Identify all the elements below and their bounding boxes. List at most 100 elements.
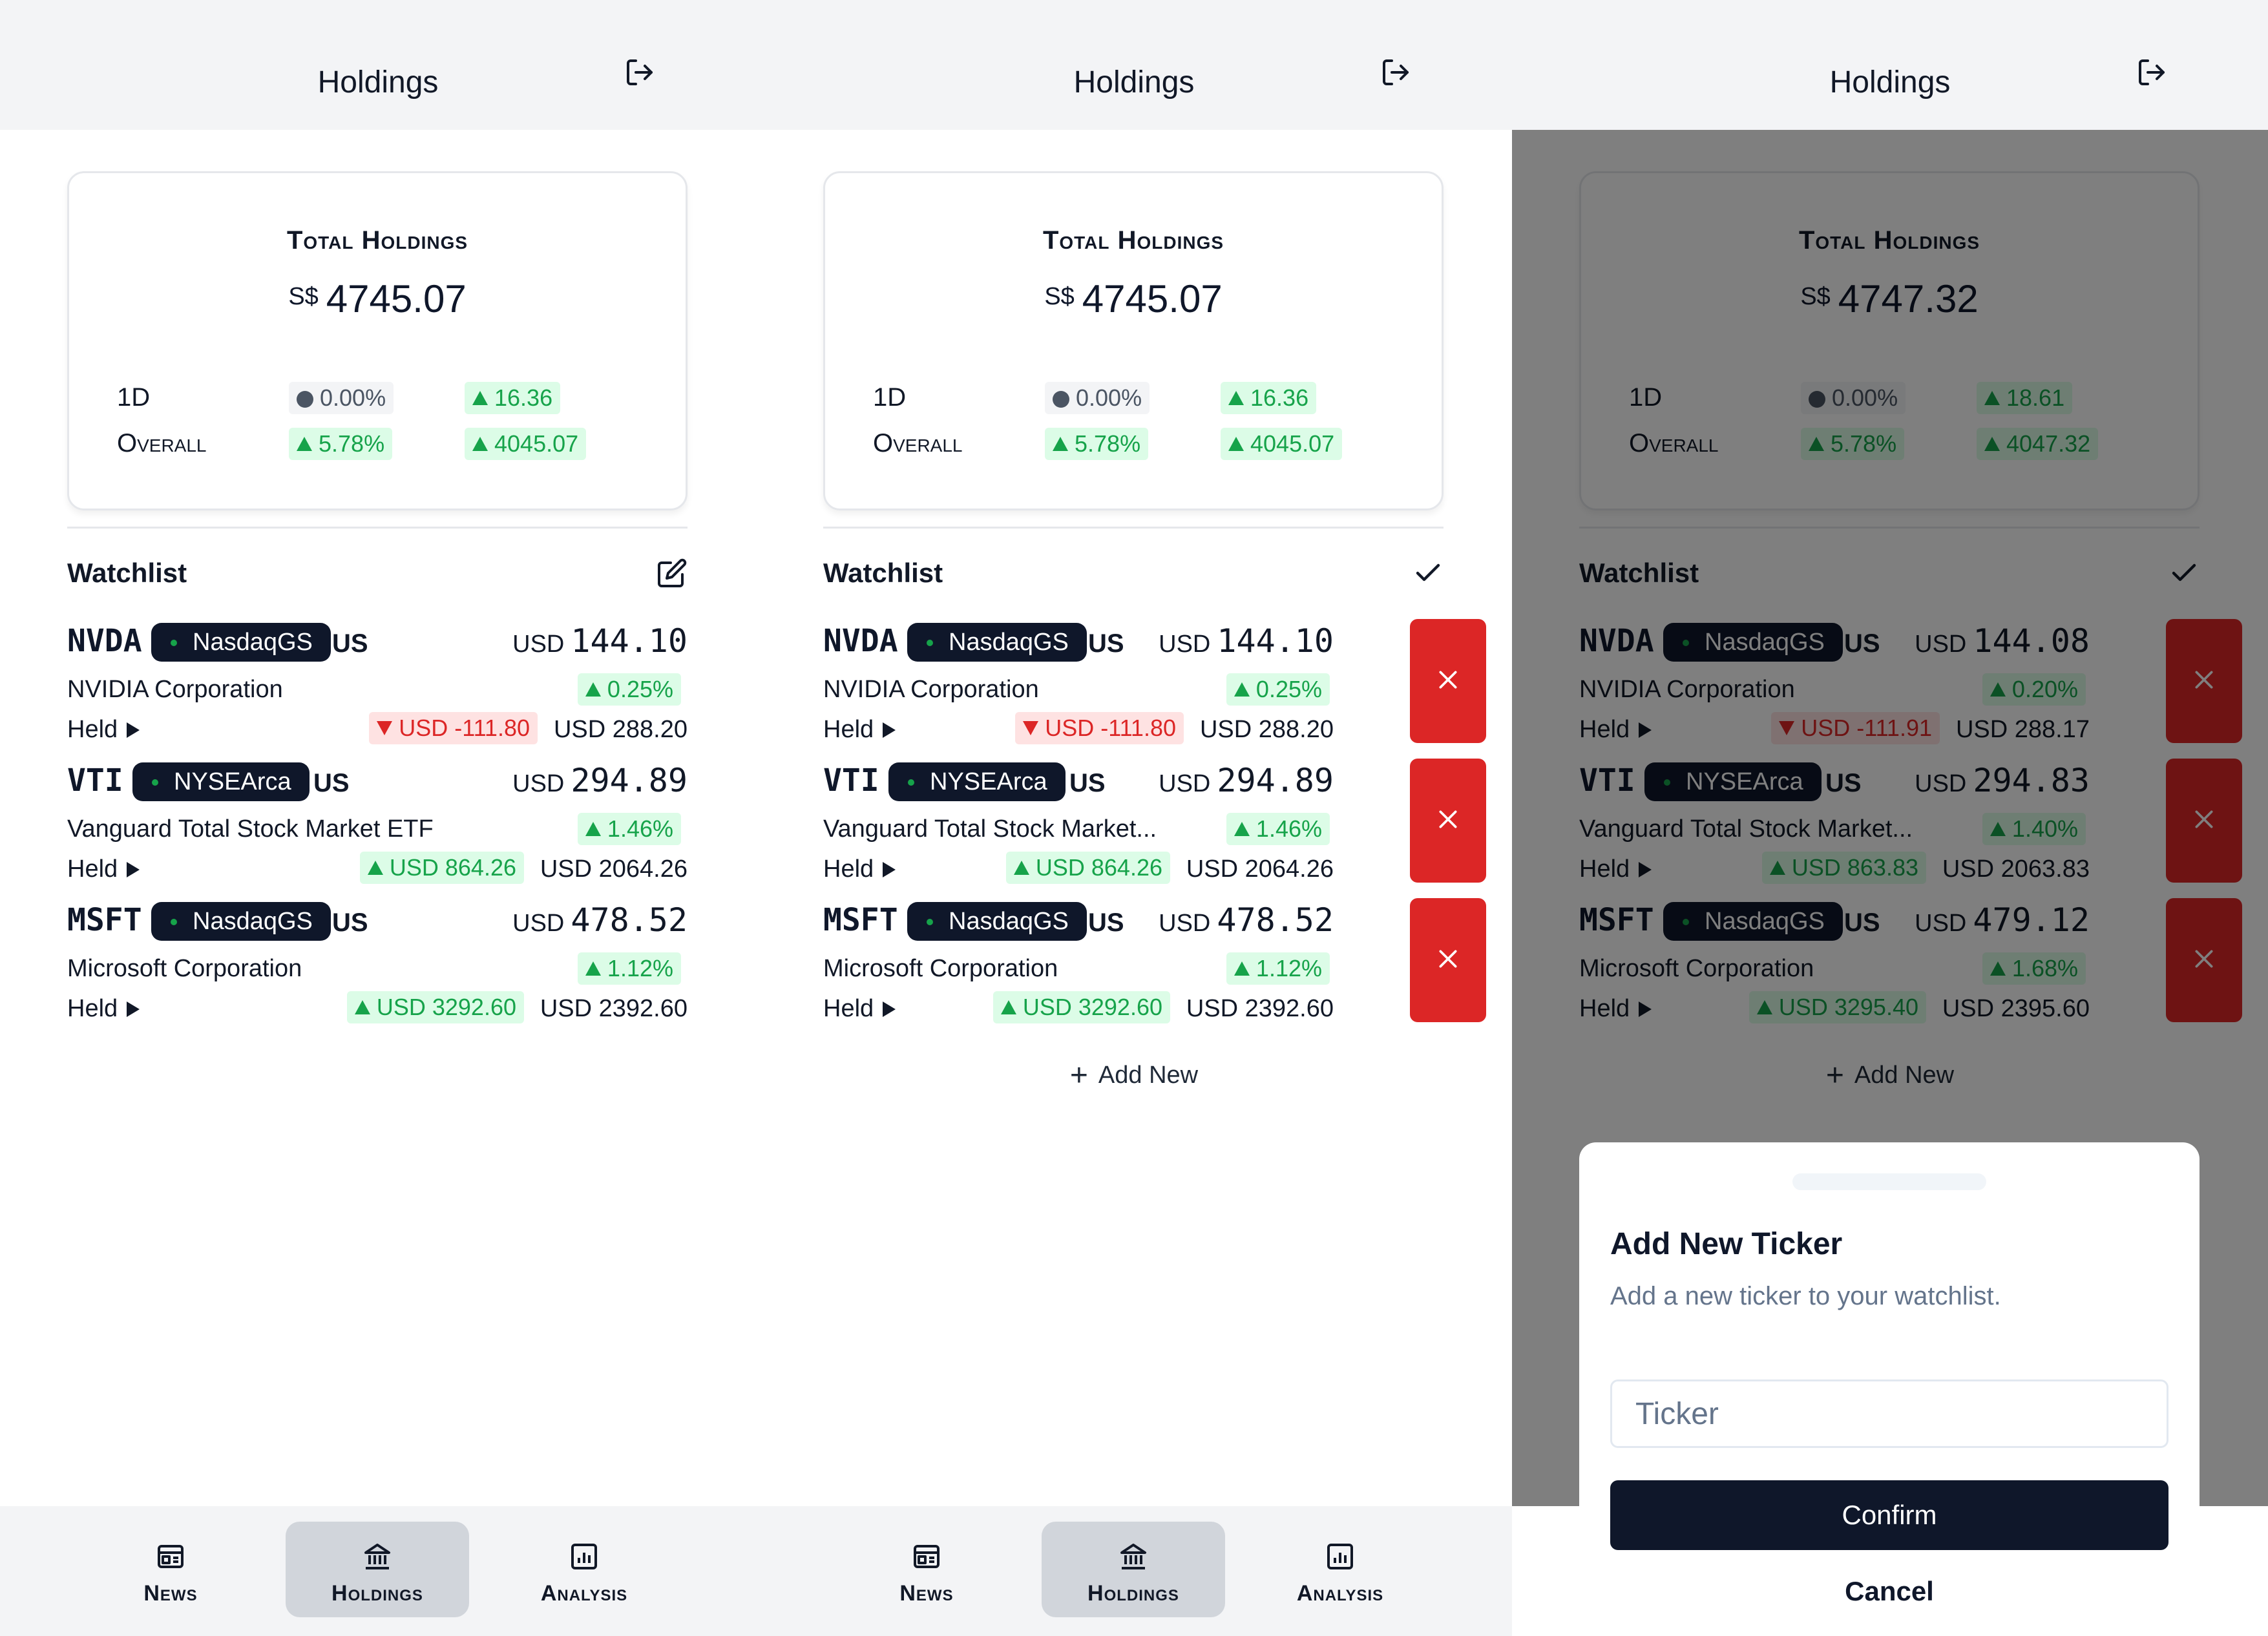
country-code: US <box>1088 908 1124 937</box>
edit-icon[interactable] <box>656 558 688 589</box>
top-bar: Holdings <box>756 0 1512 130</box>
dialog-description: Add a new ticker to your watchlist. <box>1610 1282 2001 1310</box>
nav-tab-analysis[interactable]: Analysis <box>1248 1522 1432 1617</box>
profit-loss-chip: USD 3292.60 <box>346 991 524 1023</box>
screen-edit: Holdings Total Holdings S$ 4745.07 1D 0.00% 16… <box>756 0 1512 1636</box>
watchlist-item[interactable]: VTI NYSEArca US USD 294.89 Vanguard Total Sto… <box>823 762 1460 898</box>
performance-abs-value: 16.36 <box>494 384 553 411</box>
up-triangle-icon <box>1013 861 1029 875</box>
ticker-input[interactable] <box>1610 1379 2168 1448</box>
company-name: NVIDIA Corporation <box>67 676 283 703</box>
watchlist-item[interactable]: MSFT NasdaqGS US USD 478.52 Microsoft Corpora… <box>823 902 1460 1038</box>
performance-label: 1D <box>873 383 907 412</box>
delete-button[interactable] <box>1410 759 1486 883</box>
up-triangle-icon <box>297 437 312 451</box>
app-comparison: Holdings Total Holdings S$ 4745.07 1D 0.00% 16… <box>0 0 2268 1636</box>
ticker-price: USD 478.52 <box>512 902 688 947</box>
nav-label: News <box>899 1581 954 1606</box>
held-label: Held <box>67 995 118 1022</box>
profit-loss-value: USD 3292.60 <box>376 994 516 1020</box>
nav-tab-news[interactable]: News <box>835 1522 1018 1617</box>
delete-button[interactable] <box>1410 898 1486 1022</box>
up-triangle-icon <box>1234 822 1250 836</box>
profit-loss-value: USD -111.80 <box>399 715 530 741</box>
neutral-dot-icon <box>1053 391 1069 408</box>
up-triangle-icon <box>354 1000 370 1014</box>
nav-tab-holdings[interactable]: Holdings <box>1042 1522 1225 1617</box>
nav-tab-analysis[interactable]: Analysis <box>492 1522 676 1617</box>
performance-label: 1D <box>117 383 151 412</box>
up-triangle-icon <box>472 391 488 405</box>
watchlist-item[interactable]: NVDA NasdaqGS US USD 144.10 NVIDIA Corporatio… <box>823 623 1460 759</box>
daily-change-chip: 0.25% <box>577 673 681 706</box>
company-name: Microsoft Corporation <box>823 955 1058 982</box>
held-toggle[interactable]: Held <box>823 855 896 883</box>
ticker-symbol: MSFT <box>823 902 898 938</box>
logout-icon[interactable] <box>1380 57 1411 88</box>
price-currency: USD <box>512 910 565 937</box>
performance-pct-chip: 0.00% <box>289 382 394 414</box>
confirm-button[interactable]: Confirm <box>1610 1480 2168 1550</box>
market-value: USD 288.20 <box>553 716 688 743</box>
exchange-badge: NasdaqGS <box>151 623 331 662</box>
watchlist-item[interactable]: NVDA NasdaqGS US USD 144.10 NVIDIA Corporatio… <box>67 623 688 759</box>
held-label: Held <box>823 995 874 1022</box>
market-open-dot-icon <box>927 640 933 646</box>
logout-icon[interactable] <box>624 57 655 88</box>
ticker-symbol: NVDA <box>67 623 142 659</box>
exchange-name: NasdaqGS <box>949 629 1069 656</box>
exchange-name: NYSEArca <box>930 768 1047 795</box>
performance-pct-chip: 5.78% <box>1045 428 1149 460</box>
sheet-drag-handle[interactable] <box>1792 1173 1986 1190</box>
exchange-name: NasdaqGS <box>193 629 313 656</box>
market-open-dot-icon <box>171 640 177 646</box>
watchlist-item[interactable]: MSFT NasdaqGS US USD 478.52 Microsoft Corpora… <box>67 902 688 1038</box>
performance-abs-chip: 4045.07 <box>465 428 587 460</box>
held-toggle[interactable]: Held <box>823 716 896 744</box>
up-triangle-icon <box>585 961 601 976</box>
watchlist-item[interactable]: VTI NYSEArca US USD 294.89 Vanguard Total Sto… <box>67 762 688 898</box>
held-toggle[interactable]: Held <box>823 995 896 1023</box>
down-triangle-icon <box>1023 721 1039 735</box>
held-label: Held <box>67 855 118 883</box>
bottom-nav: News Holdings Analysis <box>0 1506 756 1636</box>
performance-abs-value: 16.36 <box>1250 384 1309 411</box>
profit-loss-chip: USD -111.80 <box>369 712 538 744</box>
card-title: Total Holdings <box>286 226 468 255</box>
company-name: NVIDIA Corporation <box>823 676 1039 703</box>
exchange-badge: NasdaqGS <box>907 902 1087 941</box>
market-value: USD 2392.60 <box>540 995 688 1022</box>
watchlist-title: Watchlist <box>67 558 187 588</box>
market-value: USD 288.20 <box>1199 716 1334 743</box>
logout-icon[interactable] <box>2136 57 2167 88</box>
nav-label: Analysis <box>540 1581 628 1606</box>
cancel-button[interactable]: Cancel <box>1610 1562 2168 1620</box>
up-triangle-icon <box>1228 391 1244 405</box>
performance-pct-value: 5.78% <box>1075 430 1141 457</box>
daily-change-chip: 1.46% <box>1226 813 1330 845</box>
total-amount: 4745.07 <box>326 277 467 320</box>
delete-button[interactable] <box>1410 619 1486 743</box>
performance-abs-value: 4045.07 <box>1250 430 1335 457</box>
held-toggle[interactable]: Held <box>67 855 140 883</box>
exchange-badge: NYSEArca <box>132 762 310 801</box>
company-name: Vanguard Total Stock Market ETF <box>67 815 434 843</box>
held-toggle[interactable]: Held <box>67 995 140 1023</box>
profit-loss-value: USD 3292.60 <box>1022 994 1162 1020</box>
top-bar: Holdings <box>1512 0 2268 130</box>
nav-tab-news[interactable]: News <box>79 1522 262 1617</box>
market-value: USD 2064.26 <box>540 855 688 883</box>
ticker-symbol: NVDA <box>823 623 898 659</box>
ticker-price: USD 144.10 <box>1159 623 1334 667</box>
total-amount: 4745.07 <box>1082 277 1223 320</box>
price-value: 478.52 <box>571 901 688 939</box>
check-icon[interactable] <box>1412 558 1444 589</box>
add-new-button[interactable]: + Add New <box>756 1058 1512 1093</box>
daily-change-chip: 1.12% <box>577 952 681 985</box>
profit-loss-chip: USD -111.80 <box>1015 712 1184 744</box>
main-content: Total Holdings S$ 4745.07 1D 0.00% 16.36 Overa… <box>0 130 756 1506</box>
performance-abs-chip: 16.36 <box>1221 382 1317 414</box>
held-toggle[interactable]: Held <box>67 716 140 744</box>
up-triangle-icon <box>1234 961 1250 976</box>
nav-tab-holdings[interactable]: Holdings <box>286 1522 469 1617</box>
